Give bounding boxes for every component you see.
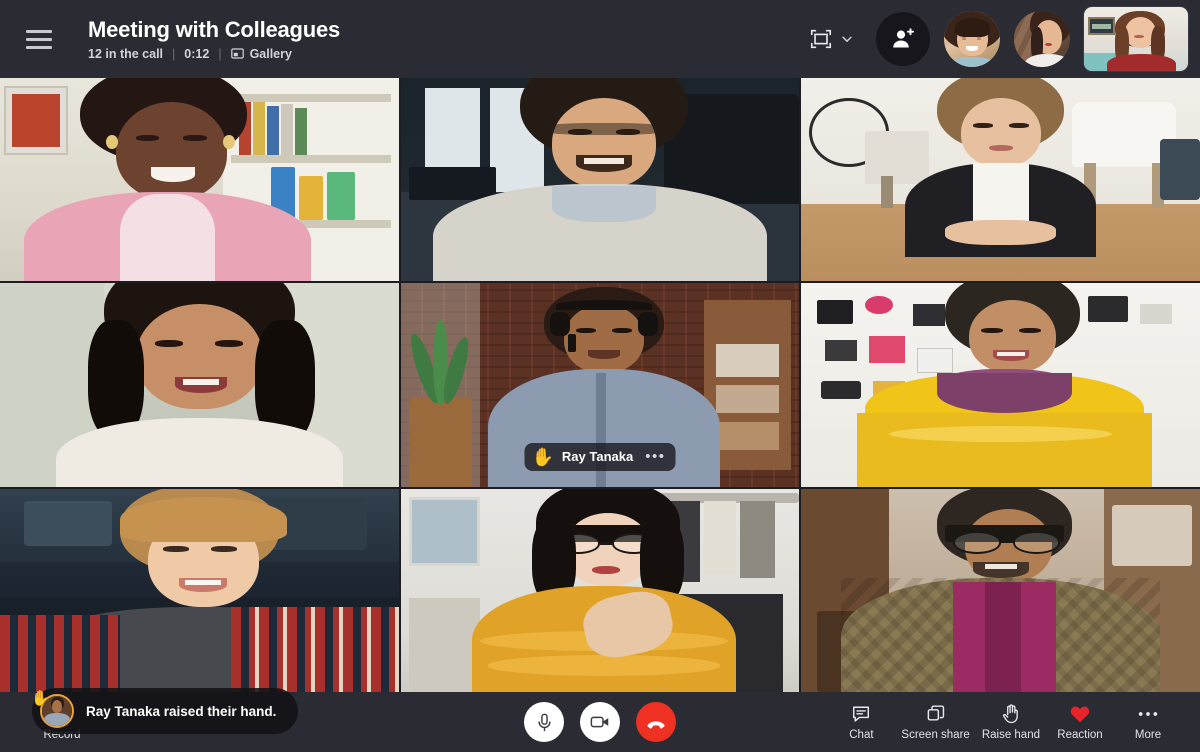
participant-tile-6[interactable] xyxy=(801,283,1200,487)
participant-video-9 xyxy=(801,488,1200,692)
raise-hand-icon xyxy=(1001,703,1021,725)
participant-video-1 xyxy=(0,78,399,282)
hangup-button[interactable] xyxy=(636,702,676,742)
avatar-photo xyxy=(944,11,1000,67)
video-call-app: Meeting with Colleagues 12 in the call |… xyxy=(0,0,1200,752)
gallery-layout-icon xyxy=(230,48,244,59)
microphone-icon xyxy=(537,713,551,731)
reaction-button[interactable]: Reaction xyxy=(1046,701,1114,744)
screen-share-icon xyxy=(926,703,946,725)
hamburger-line xyxy=(26,45,52,49)
participant-video-6 xyxy=(801,283,1200,487)
meta-separator: | xyxy=(172,46,176,61)
layout-mode-label: Gallery xyxy=(249,46,292,61)
participant-tile-1[interactable] xyxy=(0,78,399,282)
camera-icon xyxy=(590,716,609,728)
participant-video-grid: ✋ Ray Tanaka ••• xyxy=(0,78,1200,692)
self-view-photo xyxy=(1084,7,1188,71)
participant-count: 12 in the call xyxy=(88,46,164,61)
participant-tile-7[interactable] xyxy=(0,488,399,692)
more-button[interactable]: More xyxy=(1114,701,1182,744)
participant-video-3 xyxy=(801,78,1200,282)
participant-tile-9[interactable] xyxy=(801,488,1200,692)
participant-tile-8[interactable] xyxy=(400,488,800,692)
raise-hand-button[interactable]: Raise hand xyxy=(976,701,1046,744)
raised-hand-toast[interactable]: ✋ Ray Tanaka raised their hand. xyxy=(31,688,299,734)
participant-tile-4[interactable] xyxy=(0,283,399,487)
participant-video-7 xyxy=(0,488,399,692)
microphone-button[interactable] xyxy=(524,702,564,742)
camera-button[interactable] xyxy=(580,702,620,742)
screen-share-label: Screen share xyxy=(901,728,970,741)
active-speaker-name-pill[interactable]: ✋ Ray Tanaka ••• xyxy=(524,442,676,471)
header-actions xyxy=(803,7,1188,71)
meeting-meta: 12 in the call | 0:12 | Gallery xyxy=(88,46,340,62)
toast-avatar: ✋ xyxy=(31,691,74,728)
raise-hand-label: Raise hand xyxy=(981,728,1040,741)
hamburger-line xyxy=(26,37,52,41)
avatar-photo xyxy=(1014,11,1070,67)
participant-video-8 xyxy=(400,488,800,692)
participant-more-options-icon[interactable]: ••• xyxy=(645,449,665,464)
chat-label: Chat xyxy=(849,728,874,741)
participant-video-4 xyxy=(0,283,399,487)
elapsed-time: 0:12 xyxy=(184,46,210,61)
chat-button[interactable]: Chat xyxy=(827,701,895,744)
fit-to-frame-button[interactable] xyxy=(803,19,860,59)
more-label: More xyxy=(1134,728,1162,741)
chat-icon xyxy=(851,703,871,725)
avatar-participant-1[interactable] xyxy=(944,11,1000,67)
raised-hand-icon: ✋ xyxy=(531,446,554,467)
chevron-down-icon xyxy=(842,36,852,42)
phone-hangup-icon xyxy=(647,721,665,729)
primary-call-controls xyxy=(524,702,676,742)
layout-mode-indicator[interactable]: Gallery xyxy=(230,46,292,62)
more-dots-icon xyxy=(1137,703,1159,725)
participant-name: Ray Tanaka xyxy=(561,449,634,465)
heart-icon xyxy=(1069,703,1091,725)
add-person-button[interactable] xyxy=(876,12,930,66)
app-header: Meeting with Colleagues 12 in the call |… xyxy=(0,0,1200,78)
hamburger-menu-icon[interactable] xyxy=(22,22,56,56)
screen-share-button[interactable]: Screen share xyxy=(895,701,975,744)
page-title: Meeting with Colleagues xyxy=(88,16,341,42)
participant-tile-5-active-speaker[interactable]: ✋ Ray Tanaka ••• xyxy=(400,283,800,487)
fit-to-frame-icon xyxy=(810,29,832,49)
hamburger-line xyxy=(26,29,52,33)
self-view-video[interactable] xyxy=(1084,7,1188,71)
participant-video-2 xyxy=(400,78,800,282)
avatar-participant-2[interactable] xyxy=(1014,11,1070,67)
reaction-label: Reaction xyxy=(1057,728,1103,741)
meeting-title-block: Meeting with Colleagues 12 in the call |… xyxy=(88,17,340,62)
secondary-call-controls: Chat Screen share Raise hand Reaction Mo… xyxy=(827,701,1182,744)
add-person-icon xyxy=(893,28,914,48)
raised-hand-icon: ✋ xyxy=(31,690,50,707)
meta-separator: | xyxy=(218,46,222,61)
toast-message: Ray Tanaka raised their hand. xyxy=(86,703,277,719)
participant-tile-3[interactable] xyxy=(801,78,1200,282)
participant-tile-2[interactable] xyxy=(400,78,800,282)
